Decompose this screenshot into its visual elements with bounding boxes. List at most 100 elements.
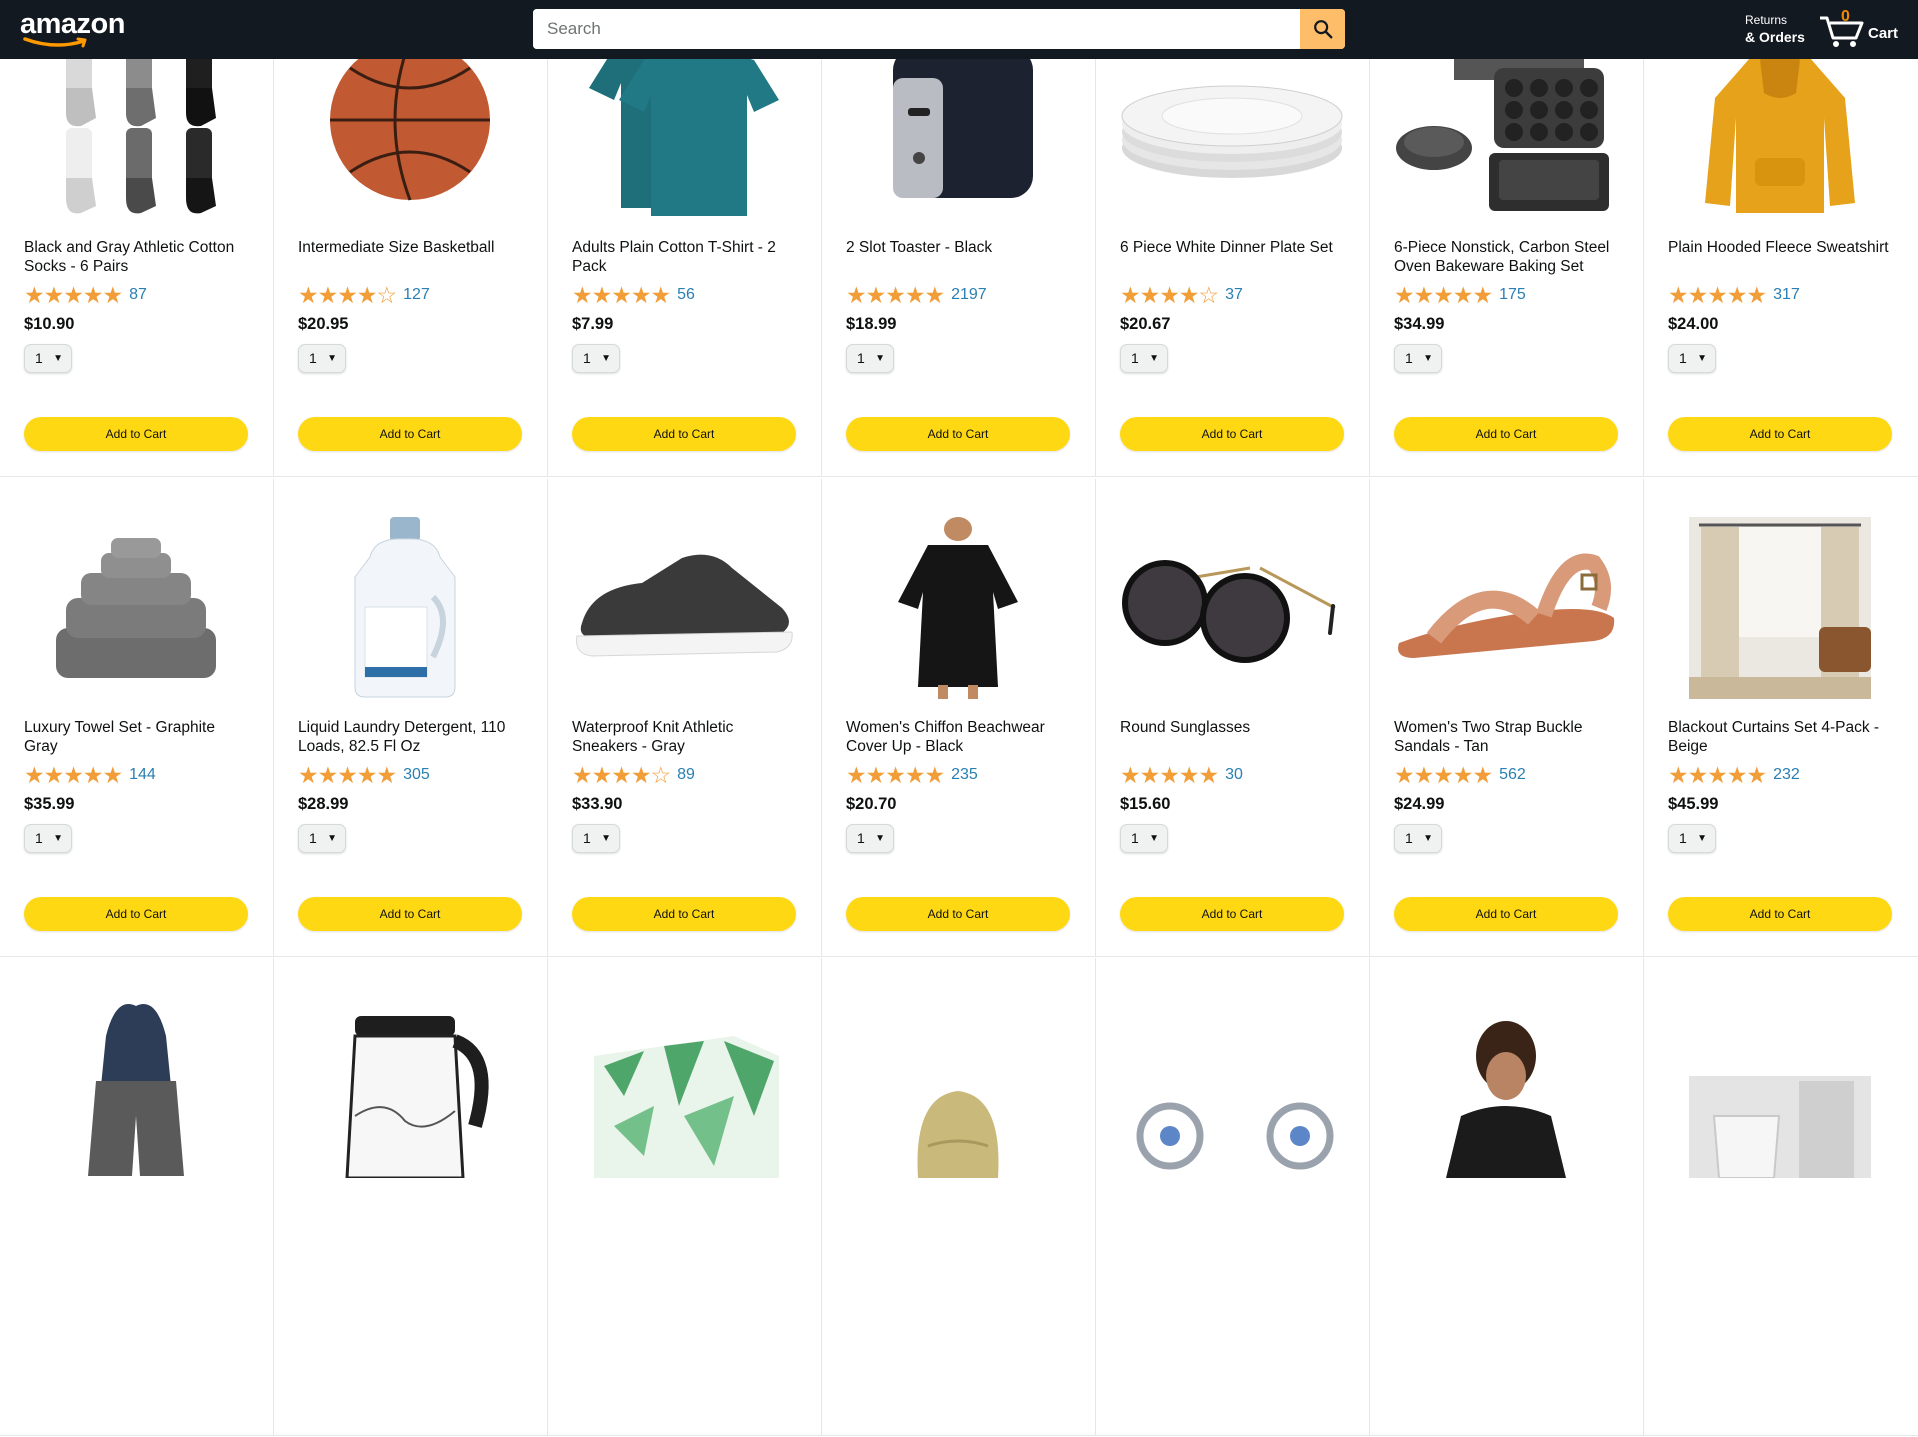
rating-count-link[interactable]: 235 [951, 766, 978, 784]
product-image-shorts[interactable] [24, 996, 248, 1178]
product-rating[interactable]: ★★★★★ 2197 [846, 284, 987, 307]
product-image-tissue-box[interactable] [572, 996, 796, 1178]
product-title[interactable]: Intermediate Size Basketball [298, 238, 524, 257]
add-to-cart-button[interactable]: Add to Cart [24, 417, 248, 451]
quantity-select[interactable]: 1 ▼ [1668, 824, 1716, 853]
rating-count-link[interactable]: 89 [677, 766, 695, 784]
product-image-bathroom-set[interactable] [1668, 996, 1892, 1178]
product-title[interactable]: Black and Gray Athletic Cotton Socks - 6… [24, 238, 250, 276]
add-to-cart-button[interactable]: Add to Cart [572, 417, 796, 451]
product-title[interactable]: Plain Hooded Fleece Sweatshirt [1668, 238, 1894, 257]
product-image-basketball[interactable] [298, 37, 522, 219]
add-to-cart-button[interactable]: Add to Cart [1394, 417, 1618, 451]
product-title[interactable]: Waterproof Knit Athletic Sneakers - Gray [572, 718, 798, 756]
product-price: $20.95 [298, 315, 349, 333]
product-title[interactable]: Luxury Towel Set - Graphite Gray [24, 718, 250, 756]
product-title[interactable]: Adults Plain Cotton T-Shirt - 2 Pack [572, 238, 798, 276]
product-rating[interactable]: ★★★★★ 232 [1668, 764, 1800, 787]
product-image-detergent[interactable] [298, 517, 522, 699]
returns-orders-link[interactable]: Returns & Orders [1745, 12, 1805, 46]
product-rating[interactable]: ★★★★☆ 37 [1120, 284, 1243, 307]
quantity-select[interactable]: 1 ▼ [298, 824, 346, 853]
product-card: 6-Piece Nonstick, Carbon Steel Oven Bake… [1370, 0, 1644, 477]
product-rating[interactable]: ★★★★★ 235 [846, 764, 978, 787]
product-image-towels[interactable] [24, 517, 248, 699]
product-image-sneaker[interactable] [572, 517, 796, 699]
add-to-cart-button[interactable]: Add to Cart [298, 897, 522, 931]
product-image-bakeware[interactable] [1394, 37, 1618, 219]
rating-count-link[interactable]: 2197 [951, 286, 987, 304]
rating-count-link[interactable]: 127 [403, 286, 430, 304]
quantity-select[interactable]: 1 ▼ [846, 344, 894, 373]
quantity-select[interactable]: 1 ▼ [572, 344, 620, 373]
product-image-black-top[interactable] [1394, 996, 1618, 1178]
quantity-select[interactable]: 1 ▼ [572, 824, 620, 853]
product-image-hoodie[interactable] [1668, 37, 1892, 219]
product-image-earrings[interactable] [1120, 996, 1344, 1178]
product-title[interactable]: Women's Chiffon Beachwear Cover Up - Bla… [846, 718, 1072, 756]
add-to-cart-button[interactable]: Add to Cart [1120, 417, 1344, 451]
product-image-socks[interactable] [24, 37, 248, 219]
rating-count-link[interactable]: 30 [1225, 766, 1243, 784]
product-rating[interactable]: ★★★★☆ 127 [298, 284, 430, 307]
quantity-select[interactable]: 1 ▼ [1120, 824, 1168, 853]
quantity-select[interactable]: 1 ▼ [24, 824, 72, 853]
rating-count-link[interactable]: 305 [403, 766, 430, 784]
rating-count-link[interactable]: 56 [677, 286, 695, 304]
quantity-select[interactable]: 1 ▼ [298, 344, 346, 373]
product-image-straw-hat[interactable] [846, 996, 1070, 1178]
search-button[interactable] [1300, 9, 1345, 49]
product-image-kettle[interactable] [298, 996, 522, 1178]
product-image-sandal[interactable] [1394, 517, 1618, 699]
rating-count-link[interactable]: 562 [1499, 766, 1526, 784]
rating-count-link[interactable]: 87 [129, 286, 147, 304]
add-to-cart-button[interactable]: Add to Cart [846, 417, 1070, 451]
rating-count-link[interactable]: 37 [1225, 286, 1243, 304]
add-to-cart-button[interactable]: Add to Cart [24, 897, 248, 931]
product-title[interactable]: Round Sunglasses [1120, 718, 1346, 737]
product-image-tshirt[interactable] [572, 37, 796, 219]
product-title[interactable]: Blackout Curtains Set 4-Pack - Beige [1668, 718, 1894, 756]
product-rating[interactable]: ★★★★☆ 89 [572, 764, 695, 787]
quantity-select[interactable]: 1 ▼ [846, 824, 894, 853]
add-to-cart-button[interactable]: Add to Cart [846, 897, 1070, 931]
product-title[interactable]: 2 Slot Toaster - Black [846, 238, 1072, 257]
quantity-select[interactable]: 1 ▼ [1394, 824, 1442, 853]
product-title[interactable]: 6-Piece Nonstick, Carbon Steel Oven Bake… [1394, 238, 1620, 276]
product-image-plates[interactable] [1120, 37, 1344, 219]
product-rating[interactable]: ★★★★★ 144 [24, 764, 156, 787]
product-card [1644, 958, 1918, 1436]
product-title[interactable]: 6 Piece White Dinner Plate Set [1120, 238, 1346, 257]
product-title[interactable]: Women's Two Strap Buckle Sandals - Tan [1394, 718, 1620, 756]
add-to-cart-button[interactable]: Add to Cart [1120, 897, 1344, 931]
product-image-curtains[interactable] [1668, 517, 1892, 699]
quantity-select[interactable]: 1 ▼ [1668, 344, 1716, 373]
product-rating[interactable]: ★★★★★ 87 [24, 284, 147, 307]
add-to-cart-button[interactable]: Add to Cart [298, 417, 522, 451]
rating-count-link[interactable]: 232 [1773, 766, 1800, 784]
add-to-cart-button[interactable]: Add to Cart [1668, 897, 1892, 931]
add-to-cart-button[interactable]: Add to Cart [572, 897, 796, 931]
search-input[interactable] [533, 9, 1293, 49]
product-image-coverup[interactable] [846, 517, 1070, 699]
product-rating[interactable]: ★★★★★ 562 [1394, 764, 1526, 787]
product-image-sunglasses[interactable] [1120, 517, 1344, 699]
product-rating[interactable]: ★★★★★ 175 [1394, 284, 1526, 307]
amazon-logo[interactable]: amazon [20, 6, 130, 52]
product-rating[interactable]: ★★★★★ 305 [298, 764, 430, 787]
quantity-select[interactable]: 1 ▼ [1120, 344, 1168, 373]
quantity-select[interactable]: 1 ▼ [1394, 344, 1442, 373]
rating-count-link[interactable]: 144 [129, 766, 156, 784]
product-rating[interactable]: ★★★★★ 30 [1120, 764, 1243, 787]
product-rating[interactable]: ★★★★★ 56 [572, 284, 695, 307]
product-image-toaster[interactable] [846, 37, 1070, 219]
rating-count-link[interactable]: 175 [1499, 286, 1526, 304]
product-title[interactable]: Liquid Laundry Detergent, 110 Loads, 82.… [298, 718, 524, 756]
rating-count-link[interactable]: 317 [1773, 286, 1800, 304]
cart-button[interactable]: 0 Cart [1818, 8, 1912, 52]
product-card: Waterproof Knit Athletic Sneakers - Gray… [548, 479, 822, 957]
product-rating[interactable]: ★★★★★ 317 [1668, 284, 1800, 307]
add-to-cart-button[interactable]: Add to Cart [1394, 897, 1618, 931]
quantity-select[interactable]: 1 ▼ [24, 344, 72, 373]
add-to-cart-button[interactable]: Add to Cart [1668, 417, 1892, 451]
